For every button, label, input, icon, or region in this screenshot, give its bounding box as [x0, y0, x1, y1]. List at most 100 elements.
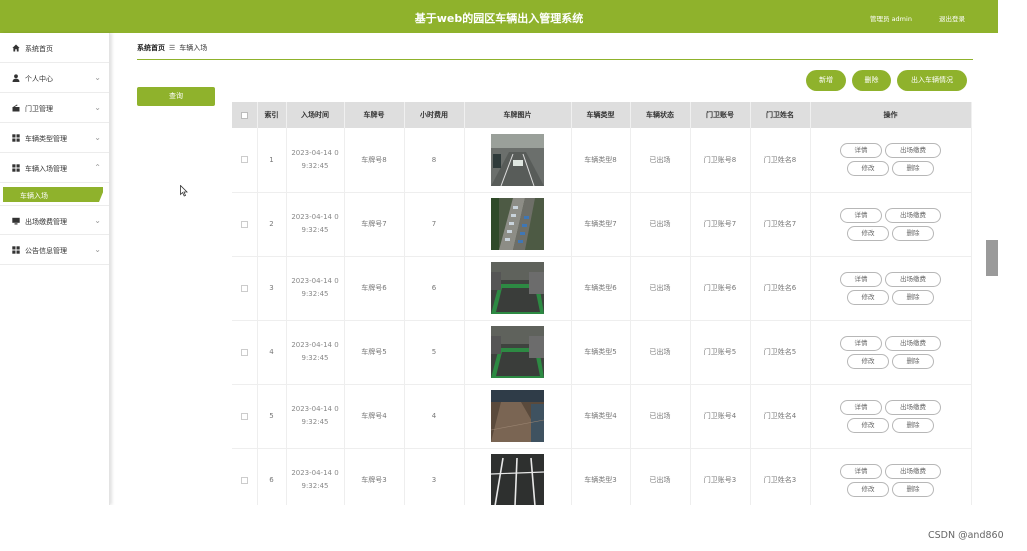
cell-fee: 4 [404, 384, 465, 449]
row-delete-button[interactable]: 删除 [892, 161, 934, 177]
entry-clock: 9:32:45 [301, 354, 329, 362]
row-delete-button[interactable]: 删除 [892, 225, 934, 241]
chevron-down-icon: ⌄ [94, 133, 101, 142]
edit-button[interactable]: 修改 [847, 161, 889, 177]
sidebar: 系统首页 个人中心 ⌄ 门卫管理 ⌄ 车辆类型管理 ⌄ 车辆入场管理 ⌃ 车辆入… [0, 33, 110, 505]
plate-image[interactable] [491, 262, 544, 314]
cell-status: 已出场 [630, 256, 691, 321]
row-checkbox[interactable] [232, 256, 258, 321]
search-button[interactable]: 查询 [137, 87, 215, 106]
cell-actions: 详情 出场缴费修改 删除 [810, 384, 972, 449]
entry-clock: 9:32:45 [301, 418, 329, 426]
cell-index: 5 [257, 384, 287, 449]
sidebar-item-announcements[interactable]: 公告信息管理 ⌄ [0, 235, 109, 265]
table-header-row: 索引 入场时间 车牌号 小时费用 车牌图片 车辆类型 车辆状态 门卫账号 门卫姓… [232, 102, 972, 128]
edit-button[interactable]: 修改 [847, 225, 889, 241]
cell-actions: 详情 出场缴费修改 删除 [810, 256, 972, 321]
cell-index: 2 [257, 192, 287, 257]
edit-button[interactable]: 修改 [847, 289, 889, 305]
plate-image[interactable] [491, 133, 544, 186]
detail-button[interactable]: 详情 [840, 399, 882, 415]
exit-payment-button[interactable]: 出场缴费 [885, 207, 941, 223]
cell-guard-name: 门卫姓名8 [750, 128, 811, 193]
row-delete-button[interactable]: 删除 [892, 353, 934, 369]
cell-vehicle-type: 车辆类型4 [571, 384, 631, 449]
grid-icon [12, 164, 20, 172]
monitor-icon [12, 217, 20, 225]
sidebar-item-home[interactable]: 系统首页 [0, 33, 109, 63]
select-all-checkbox[interactable] [232, 102, 258, 128]
row-checkbox[interactable] [232, 384, 258, 449]
edit-button[interactable]: 修改 [847, 417, 889, 433]
vehicle-status-button[interactable]: 出入车辆情况 [897, 70, 967, 91]
cell-guard-account: 门卫账号3 [690, 448, 751, 505]
row-delete-button[interactable]: 删除 [892, 417, 934, 433]
cell-status: 已出场 [630, 320, 691, 385]
cell-guard-name: 门卫姓名5 [750, 320, 811, 385]
row-delete-button[interactable]: 删除 [892, 481, 934, 497]
edit-button[interactable]: 修改 [847, 481, 889, 497]
chevron-down-icon: ⌄ [94, 73, 101, 82]
cell-guard-name: 门卫姓名7 [750, 192, 811, 257]
row-checkbox[interactable] [232, 448, 258, 505]
cell-status: 已出场 [630, 384, 691, 449]
breadcrumb-current: 车辆入场 [179, 44, 208, 52]
mouse-cursor-icon [180, 184, 188, 200]
detail-button[interactable]: 详情 [840, 463, 882, 479]
cell-plate: 车牌号7 [344, 192, 405, 257]
cell-plate-image [464, 448, 572, 505]
sidebar-item-guards[interactable]: 门卫管理 ⌄ [0, 93, 109, 123]
cell-entry-time: 2023-04-14 0 9:32:45 [286, 128, 345, 193]
scrollbar-thumb[interactable] [986, 240, 998, 276]
exit-payment-button[interactable]: 出场缴费 [885, 143, 941, 159]
row-checkbox[interactable] [232, 320, 258, 385]
sidebar-subitem-vehicle-entry[interactable]: 车辆入场 [3, 187, 103, 202]
sidebar-item-exit-payment[interactable]: 出场缴费管理 ⌄ [0, 205, 109, 235]
cell-entry-time: 2023-04-14 0 9:32:45 [286, 384, 345, 449]
current-user: 管理员 admin [870, 15, 912, 23]
row-checkbox[interactable] [232, 128, 258, 193]
logout-link[interactable]: 退出登录 [939, 13, 965, 23]
cell-plate: 车牌号5 [344, 320, 405, 385]
cell-entry-time: 2023-04-14 0 9:32:45 [286, 320, 345, 385]
exit-payment-button[interactable]: 出场缴费 [885, 271, 941, 287]
detail-button[interactable]: 详情 [840, 207, 882, 223]
exit-payment-button[interactable]: 出场缴费 [885, 399, 941, 415]
cell-fee: 7 [404, 192, 465, 257]
sidebar-item-vehicle-types[interactable]: 车辆类型管理 ⌄ [0, 123, 109, 153]
user-icon [12, 74, 20, 82]
row-delete-button[interactable]: 删除 [892, 289, 934, 305]
sidebar-item-profile[interactable]: 个人中心 ⌄ [0, 63, 109, 93]
breadcrumb-home[interactable]: 系统首页 [137, 44, 165, 52]
add-button[interactable]: 新增 [806, 70, 846, 91]
entry-date: 2023-04-14 0 [291, 213, 339, 221]
column-header: 操作 [810, 102, 972, 128]
plate-image[interactable] [491, 326, 544, 378]
sidebar-item-label: 出场缴费管理 [25, 218, 67, 226]
plate-image[interactable] [491, 390, 544, 442]
breadcrumb: 系统首页 ☰ 车辆入场 [137, 43, 207, 53]
exit-payment-button[interactable]: 出场缴费 [885, 335, 941, 351]
column-header: 小时费用 [404, 102, 465, 128]
sidebar-item-vehicle-entry[interactable]: 车辆入场管理 ⌃ [0, 153, 109, 183]
chevron-up-icon: ⌃ [94, 163, 101, 172]
detail-button[interactable]: 详情 [840, 143, 882, 159]
cell-index: 4 [257, 320, 287, 385]
chevron-down-icon: ⌄ [94, 245, 101, 254]
sidebar-item-label: 车辆类型管理 [25, 135, 67, 143]
cell-entry-time: 2023-04-14 0 9:32:45 [286, 448, 345, 505]
cell-entry-time: 2023-04-14 0 9:32:45 [286, 192, 345, 257]
cell-vehicle-type: 车辆类型7 [571, 192, 631, 257]
detail-button[interactable]: 详情 [840, 335, 882, 351]
cell-guard-account: 门卫账号7 [690, 192, 751, 257]
edit-button[interactable]: 修改 [847, 353, 889, 369]
delete-button[interactable]: 删除 [852, 70, 891, 91]
exit-payment-button[interactable]: 出场缴费 [885, 463, 941, 479]
entry-clock: 9:32:45 [301, 290, 329, 298]
detail-button[interactable]: 详情 [840, 271, 882, 287]
entry-date: 2023-04-14 0 [291, 148, 339, 157]
plate-image[interactable] [491, 198, 544, 250]
row-checkbox[interactable] [232, 192, 258, 257]
plate-image[interactable] [491, 454, 544, 505]
cell-guard-account: 门卫账号5 [690, 320, 751, 385]
